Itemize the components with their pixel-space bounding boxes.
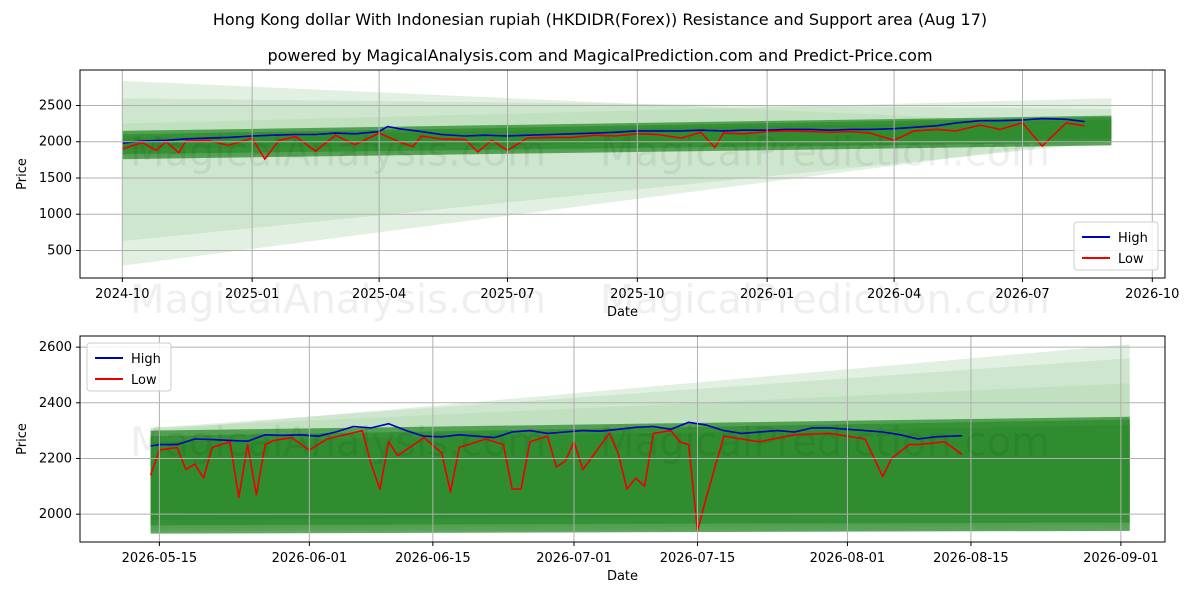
x-axis-label: Date [607,305,638,320]
plot-area: MagicalAnalysis.com MagicalPrediction.com [130,344,1130,534]
y-tick-label: 1500 [39,171,72,186]
x-tick-label: 2026-07-01 [536,551,612,566]
y-tick-label: 500 [47,243,72,258]
x-tick-label: 2026-08-01 [810,551,886,566]
x-tick-label: 2026-05-15 [122,551,198,566]
legend-box [86,342,172,392]
legend-label-high: High [131,352,161,367]
legend-box [1073,221,1159,271]
y-tick-label: 2000 [39,135,72,150]
legend-label-high: High [1118,231,1148,246]
y-tick-label: 2200 [39,451,72,466]
legend: High Low [86,342,172,392]
charts-canvas: MagicalAnalysis.com MagicalPrediction.com… [15,69,1179,584]
y-tick-label: 2500 [39,99,72,114]
y-axis-label: Price [15,158,30,190]
x-tick-label: 2026-01 [740,287,794,302]
x-tick-label: 2026-06-01 [272,551,348,566]
x-tick-label: 2026-10 [1125,287,1179,302]
x-tick-label: 2025-07 [480,287,534,302]
x-tick-label: 2026-07-15 [660,551,736,566]
x-tick-label: 2026-09-01 [1083,551,1159,566]
x-tick-label: 2026-08-15 [933,551,1009,566]
x-axis-label: Date [607,569,638,584]
x-tick-label: 2026-04 [867,287,921,302]
x-tick-label: 2024-10 [95,287,149,302]
legend-label-low: Low [1118,252,1144,267]
x-tick-label: 2025-10 [610,287,664,302]
x-tick-label: 2026-06-15 [395,551,471,566]
legend-label-low: Low [131,373,157,388]
x-tick-label: 2025-04 [352,287,406,302]
chart-1: MagicalAnalysis.com MagicalPrediction.com… [15,69,1179,323]
y-tick-label: 2000 [39,507,72,522]
x-tick-label: 2026-07 [995,287,1049,302]
y-tick-label: 2400 [39,396,72,411]
y-axis-label: Price [15,423,30,455]
legend: High Low [1073,221,1159,271]
y-tick-label: 2600 [39,340,72,355]
y-tick-label: 1000 [39,207,72,222]
chart-2: MagicalAnalysis.com MagicalPrediction.com… [15,335,1166,584]
watermark: MagicalPrediction.com [600,277,1050,323]
x-tick-label: 2025-01 [225,287,279,302]
plot-area: MagicalAnalysis.com MagicalPrediction.com [122,80,1112,266]
